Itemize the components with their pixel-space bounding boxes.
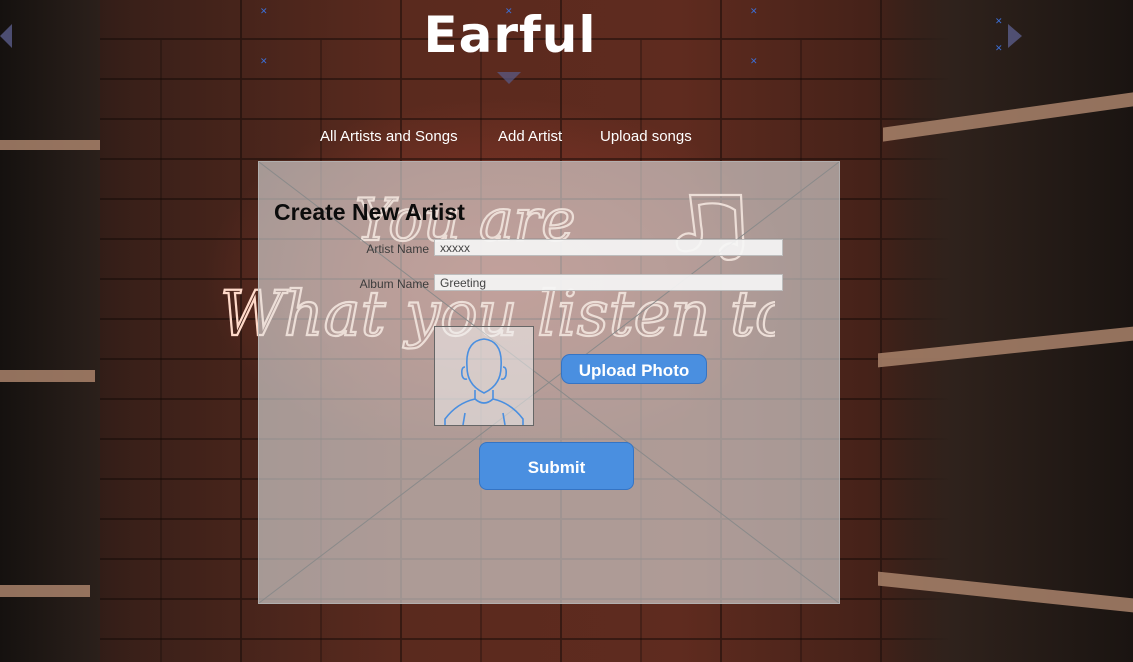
- placeholder-marker-icon: ✕: [995, 43, 1003, 53]
- placeholder-marker-icon: ✕: [750, 56, 758, 66]
- main-nav: All Artists and Songs Add Artist Upload …: [0, 128, 1133, 148]
- nav-add-artist[interactable]: Add Artist: [498, 128, 562, 145]
- artist-photo-preview[interactable]: [434, 326, 534, 426]
- user-avatar-icon: [444, 338, 524, 426]
- previous-arrow-icon[interactable]: [0, 24, 12, 48]
- album-name-input[interactable]: [434, 274, 783, 291]
- artist-name-input[interactable]: [434, 239, 783, 256]
- submit-button[interactable]: Submit: [479, 442, 634, 490]
- page-title: Create New Artist: [274, 199, 465, 225]
- nav-upload-songs[interactable]: Upload songs: [600, 128, 692, 145]
- placeholder-marker-icon: ✕: [260, 56, 268, 66]
- placeholder-cross-lines: [259, 162, 839, 603]
- artist-name-label: Artist Name: [366, 242, 429, 256]
- logo-dropdown-caret-icon[interactable]: [497, 72, 521, 84]
- create-artist-panel: Create New Artist Artist Name Album Name…: [258, 161, 840, 604]
- album-name-label: Album Name: [359, 277, 429, 291]
- next-arrow-icon[interactable]: [1008, 24, 1022, 48]
- right-bookshelf: [873, 0, 1133, 662]
- upload-photo-button[interactable]: Upload Photo: [561, 354, 707, 384]
- placeholder-marker-icon: ✕: [750, 6, 758, 16]
- app-logo[interactable]: Earful: [420, 6, 600, 64]
- left-bookshelf: [0, 0, 100, 662]
- placeholder-marker-icon: ✕: [260, 6, 268, 16]
- nav-all-artists-and-songs[interactable]: All Artists and Songs: [320, 128, 458, 145]
- placeholder-marker-icon: ✕: [995, 16, 1003, 26]
